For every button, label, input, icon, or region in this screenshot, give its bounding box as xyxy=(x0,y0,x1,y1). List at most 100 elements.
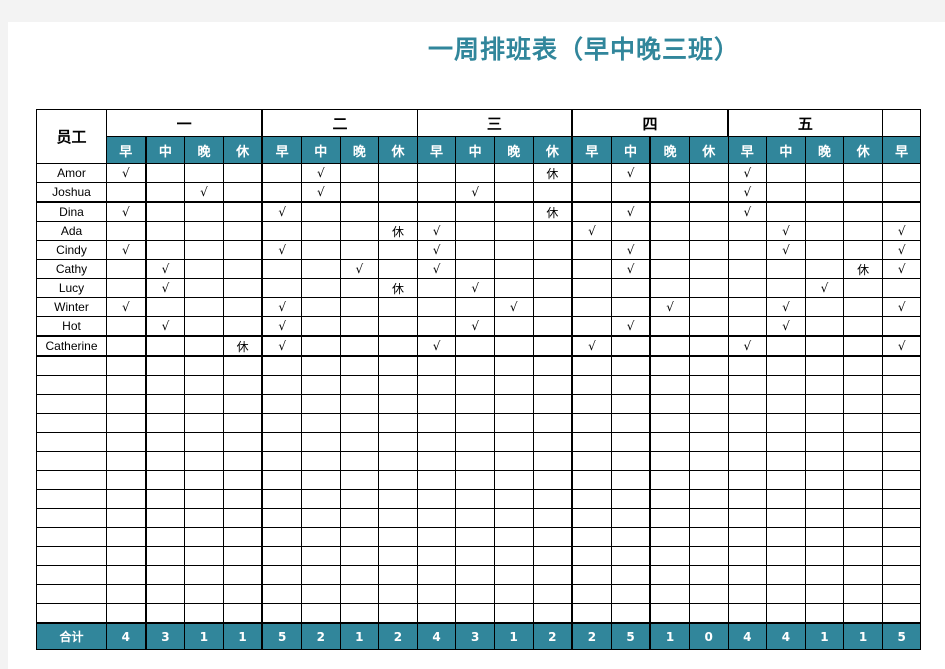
schedule-cell[interactable] xyxy=(339,335,380,357)
schedule-cell[interactable] xyxy=(843,240,883,260)
schedule-cell[interactable] xyxy=(455,163,495,183)
schedule-cell[interactable] xyxy=(261,221,302,241)
schedule-cell[interactable]: √ xyxy=(727,163,768,183)
schedule-cell[interactable] xyxy=(416,316,457,337)
schedule-cell[interactable] xyxy=(222,182,264,203)
schedule-cell[interactable] xyxy=(416,584,457,604)
schedule-cell[interactable] xyxy=(455,297,495,317)
employee-name[interactable] xyxy=(36,603,107,624)
schedule-cell[interactable] xyxy=(649,240,690,260)
schedule-cell[interactable] xyxy=(105,335,147,357)
schedule-cell[interactable] xyxy=(688,259,729,279)
schedule-cell[interactable] xyxy=(416,451,457,471)
schedule-cell[interactable] xyxy=(145,470,186,490)
schedule-cell[interactable] xyxy=(378,432,418,452)
schedule-cell[interactable] xyxy=(571,182,612,203)
schedule-cell[interactable] xyxy=(804,394,845,414)
schedule-cell[interactable] xyxy=(145,432,186,452)
schedule-cell[interactable] xyxy=(766,603,806,624)
schedule-cell[interactable] xyxy=(261,182,302,203)
schedule-cell[interactable] xyxy=(766,489,806,509)
schedule-cell[interactable] xyxy=(843,394,883,414)
schedule-cell[interactable] xyxy=(300,546,341,566)
schedule-cell[interactable] xyxy=(688,527,729,547)
schedule-cell[interactable] xyxy=(455,565,495,585)
schedule-cell[interactable] xyxy=(766,470,806,490)
schedule-cell[interactable]: √ xyxy=(455,316,495,337)
schedule-cell[interactable] xyxy=(881,546,922,566)
schedule-cell[interactable] xyxy=(339,316,380,337)
schedule-cell[interactable]: √ xyxy=(727,182,768,203)
schedule-cell[interactable] xyxy=(766,413,806,433)
schedule-cell[interactable] xyxy=(222,584,264,604)
schedule-cell[interactable] xyxy=(339,355,380,376)
schedule-cell[interactable] xyxy=(378,375,418,395)
schedule-cell[interactable] xyxy=(688,182,729,203)
schedule-cell[interactable] xyxy=(881,603,922,624)
schedule-cell[interactable] xyxy=(300,451,341,471)
schedule-cell[interactable] xyxy=(727,565,768,585)
schedule-cell[interactable] xyxy=(184,163,224,183)
schedule-cell[interactable] xyxy=(688,394,729,414)
schedule-cell[interactable] xyxy=(843,201,883,222)
schedule-cell[interactable] xyxy=(261,470,302,490)
schedule-cell[interactable]: √ xyxy=(416,240,457,260)
schedule-cell[interactable] xyxy=(727,297,768,317)
employee-name[interactable]: Joshua xyxy=(36,182,107,203)
schedule-cell[interactable] xyxy=(881,278,922,298)
schedule-cell[interactable] xyxy=(222,508,264,528)
schedule-cell[interactable] xyxy=(105,182,147,203)
schedule-cell[interactable] xyxy=(727,489,768,509)
schedule-cell[interactable] xyxy=(455,355,495,376)
schedule-cell[interactable] xyxy=(455,221,495,241)
schedule-cell[interactable] xyxy=(300,394,341,414)
schedule-cell[interactable]: √ xyxy=(571,335,612,357)
schedule-cell[interactable] xyxy=(145,546,186,566)
schedule-cell[interactable] xyxy=(571,316,612,337)
schedule-cell[interactable] xyxy=(610,297,652,317)
schedule-cell[interactable] xyxy=(455,546,495,566)
schedule-cell[interactable] xyxy=(727,240,768,260)
schedule-cell[interactable] xyxy=(378,182,418,203)
schedule-cell[interactable] xyxy=(261,451,302,471)
employee-name[interactable] xyxy=(36,489,107,509)
schedule-cell[interactable] xyxy=(532,432,574,452)
schedule-cell[interactable] xyxy=(145,355,186,376)
schedule-cell[interactable] xyxy=(571,201,612,222)
schedule-cell[interactable]: 休 xyxy=(378,278,418,298)
schedule-cell[interactable] xyxy=(649,451,690,471)
schedule-cell[interactable] xyxy=(532,508,574,528)
schedule-cell[interactable] xyxy=(610,565,652,585)
schedule-cell[interactable] xyxy=(727,470,768,490)
employee-name[interactable]: Lucy xyxy=(36,278,107,298)
schedule-cell[interactable] xyxy=(339,432,380,452)
schedule-cell[interactable] xyxy=(649,413,690,433)
schedule-cell[interactable] xyxy=(804,584,845,604)
schedule-cell[interactable] xyxy=(610,413,652,433)
schedule-cell[interactable] xyxy=(804,259,845,279)
schedule-cell[interactable] xyxy=(145,413,186,433)
schedule-cell[interactable] xyxy=(339,565,380,585)
schedule-cell[interactable] xyxy=(184,489,224,509)
schedule-cell[interactable] xyxy=(300,201,341,222)
schedule-cell[interactable] xyxy=(727,584,768,604)
schedule-cell[interactable] xyxy=(649,335,690,357)
schedule-cell[interactable] xyxy=(455,240,495,260)
schedule-cell[interactable] xyxy=(843,297,883,317)
schedule-cell[interactable] xyxy=(184,413,224,433)
schedule-cell[interactable] xyxy=(532,584,574,604)
schedule-cell[interactable]: √ xyxy=(105,297,147,317)
schedule-cell[interactable] xyxy=(378,240,418,260)
schedule-cell[interactable] xyxy=(727,355,768,376)
schedule-cell[interactable] xyxy=(532,182,574,203)
schedule-cell[interactable] xyxy=(222,565,264,585)
schedule-cell[interactable]: √ xyxy=(610,240,652,260)
schedule-cell[interactable] xyxy=(532,221,574,241)
schedule-cell[interactable] xyxy=(881,432,922,452)
employee-name[interactable] xyxy=(36,527,107,547)
schedule-cell[interactable]: √ xyxy=(493,297,534,317)
schedule-cell[interactable] xyxy=(378,527,418,547)
schedule-cell[interactable] xyxy=(455,201,495,222)
schedule-cell[interactable] xyxy=(416,163,457,183)
schedule-cell[interactable] xyxy=(184,603,224,624)
